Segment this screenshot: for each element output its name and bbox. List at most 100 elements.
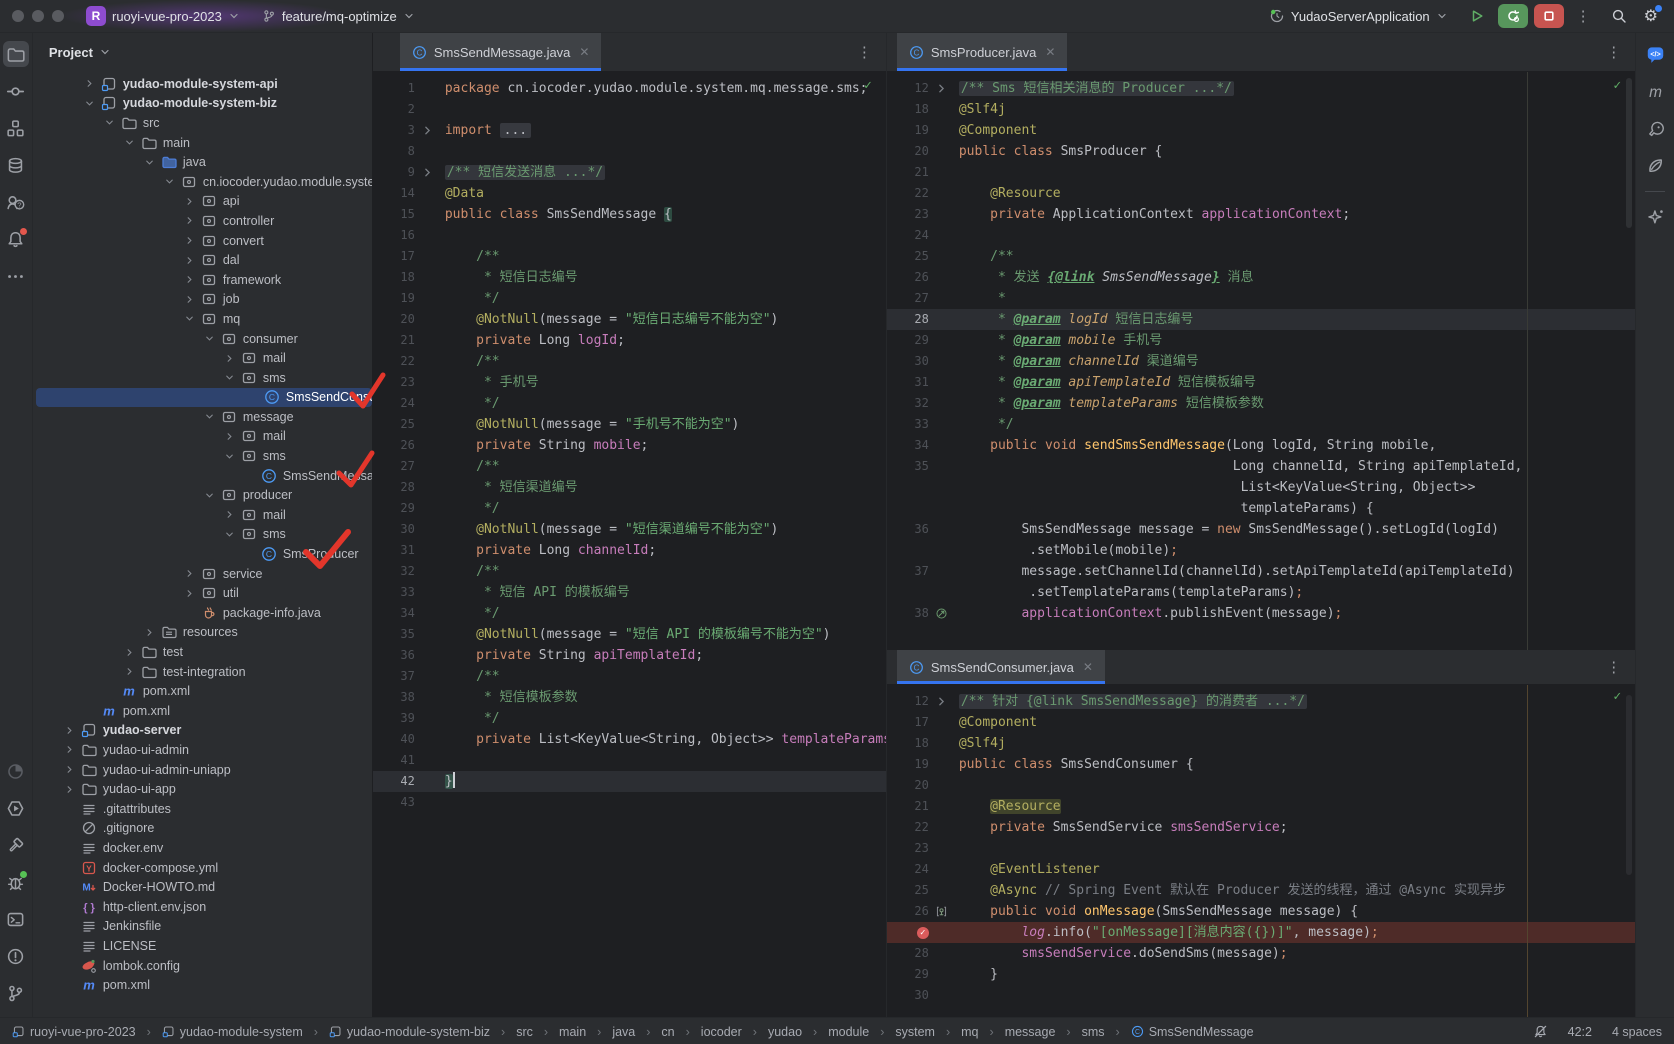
chevron-right-icon[interactable] [65,784,81,795]
profiler-tool-button[interactable] [3,758,29,784]
chevron-right-icon[interactable] [65,725,81,736]
tree-item-producer[interactable]: producer [33,485,372,505]
chevron-down-icon[interactable] [205,333,221,344]
tree-item-resources[interactable]: resources [33,623,372,643]
code-with-me-tool-button[interactable] [3,189,29,215]
tree-item-src[interactable]: src [33,113,372,133]
code-line[interactable]: 20 [887,775,1635,796]
terminal-tool-button[interactable] [3,906,29,932]
chevron-right-icon[interactable] [185,274,201,285]
chevron-right-icon[interactable] [85,78,101,89]
chevron-down-icon[interactable] [99,46,111,58]
breakpoint-icon[interactable]: ✓ [917,927,929,939]
code-line[interactable]: 21 [887,162,1635,183]
tab-smsproducer[interactable]: SmsProducer.java ✕ [897,33,1068,71]
code-line[interactable]: 14@Data [373,183,886,204]
code-line[interactable]: 8 [373,141,886,162]
build-tool-button[interactable] [3,832,29,858]
breadcrumb-item[interactable]: message [1005,1025,1056,1039]
code-line[interactable]: 35 @NotNull(message = "短信 API 的模板编号不能为空"… [373,624,886,645]
chevron-right-icon[interactable] [185,215,201,226]
scrollbar-thumb[interactable] [1626,695,1632,875]
tree-item-framework[interactable]: framework [33,270,372,290]
editor-options-button[interactable]: ⋮ [1593,43,1635,61]
code-line[interactable]: 18@Slf4j [887,99,1635,120]
breadcrumb-item[interactable]: cn [661,1025,674,1039]
tree-item-yudao-module-system-api[interactable]: yudao-module-system-api [33,74,372,94]
inspection-ok-icon[interactable]: ✓ [1613,689,1621,704]
more-actions-button[interactable]: ⋮ [1570,7,1598,25]
chevron-down-icon[interactable] [105,117,121,128]
code-line[interactable]: 17 /** [373,246,886,267]
breadcrumb-item[interactable]: yudao-module-system-biz [329,1025,490,1039]
code-line[interactable]: 42} [373,771,886,792]
tree-item-yudao-ui-app[interactable]: yudao-ui-app [33,779,372,799]
code-line[interactable]: 36 private String apiTemplateId; [373,645,886,666]
breadcrumb-item[interactable]: module [828,1025,869,1039]
code-line[interactable]: 12/** Sms 短信相关消息的 Producer ...*/ [887,78,1635,99]
window-controls[interactable] [12,10,64,22]
code-line[interactable]: 9/** 短信发送消息 ...*/ [373,162,886,183]
breadcrumb-item[interactable]: ruoyi-vue-pro-2023 [12,1025,136,1039]
tree-item-api[interactable]: api [33,192,372,212]
code-line[interactable]: 19 */ [373,288,886,309]
tree-item-mail[interactable]: mail [33,505,372,525]
code-line[interactable]: ✓ log.info("[onMessage][消息内容({})]", mess… [887,922,1635,943]
chevron-down-icon[interactable] [85,98,101,109]
tree-item-pom-xml[interactable]: pom.xml [33,975,372,995]
code-line[interactable]: 31 * @param apiTemplateId 短信模板编号 [887,372,1635,393]
code-line[interactable]: 33 * 短信 API 的模板编号 [373,582,886,603]
code-line[interactable]: 3import ... [373,120,886,141]
tree-item-yudao-server[interactable]: yudao-server [33,721,372,741]
code-line[interactable]: 36 SmsSendMessage message = new SmsSendM… [887,519,1635,540]
code-line[interactable]: 22 /** [373,351,886,372]
code-line[interactable]: 24 [887,225,1635,246]
ai-actions-tool-button[interactable] [1642,204,1668,230]
editor-options-button[interactable]: ⋮ [1593,658,1635,676]
run-button[interactable] [1462,4,1492,28]
code-line[interactable]: 29 */ [373,498,886,519]
code-line[interactable]: 22 private SmsSendService smsSendService… [887,817,1635,838]
code-line[interactable]: 32 /** [373,561,886,582]
tree-item-sms[interactable]: sms [33,525,372,545]
chevron-right-icon[interactable] [65,764,81,775]
code-line[interactable]: 25 @Async // Spring Event 默认在 Producer 发… [887,880,1635,901]
chevron-right-icon[interactable] [185,568,201,579]
tree-item-sms[interactable]: sms [33,446,372,466]
code-line[interactable]: 37 message.setChannelId(channelId).setAp… [887,561,1635,582]
chevron-right-icon[interactable] [185,235,201,246]
code-line[interactable]: 41 [373,750,886,771]
code-line[interactable]: 28 smsSendService.doSendSms(message); [887,943,1635,964]
chevron-right-icon[interactable] [185,294,201,305]
breadcrumb-item[interactable]: main [559,1025,586,1039]
tree-item-sms[interactable]: sms [33,368,372,388]
code-line[interactable]: 16 [373,225,886,246]
code-line[interactable]: 30 [887,985,1635,1006]
code-line[interactable]: 15public class SmsSendMessage { [373,204,886,225]
tree-item-yudao-ui-admin-uniapp[interactable]: yudao-ui-admin-uniapp [33,760,372,780]
code-line[interactable]: 19public class SmsSendConsumer { [887,754,1635,775]
debug-tool-button[interactable] [3,869,29,895]
breadcrumb-item[interactable]: sms [1082,1025,1105,1039]
commit-tool-button[interactable] [3,78,29,104]
version-control-tool-button[interactable] [3,980,29,1006]
code-line[interactable]: 29 * @param mobile 手机号 [887,330,1635,351]
settings-button[interactable]: ⚙ [1640,6,1662,26]
code-line[interactable]: 26 private String mobile; [373,435,886,456]
chevron-down-icon[interactable] [125,137,141,148]
code-line[interactable]: 32 * @param templateParams 短信模板参数 [887,393,1635,414]
code-line[interactable]: 34 */ [373,603,886,624]
scrollbar-thumb[interactable] [1626,78,1632,228]
tree-item-message[interactable]: message [33,407,372,427]
code-line[interactable]: 25 @NotNull(message = "手机号不能为空") [373,414,886,435]
search-everywhere-button[interactable] [1604,4,1634,28]
database-tool-button[interactable] [3,152,29,178]
chevron-down-icon[interactable] [225,372,241,383]
tree-item-lombok-config[interactable]: lombok.config [33,956,372,976]
structure-tool-button[interactable] [3,115,29,141]
inspection-ok-icon[interactable]: ✓ [1613,78,1621,93]
chevron-right-icon[interactable] [185,196,201,207]
code-line[interactable]: 34 public void sendSmsSendMessage(Long l… [887,435,1635,456]
tree-item-test[interactable]: test [33,642,372,662]
close-tab-icon[interactable]: ✕ [579,45,589,59]
